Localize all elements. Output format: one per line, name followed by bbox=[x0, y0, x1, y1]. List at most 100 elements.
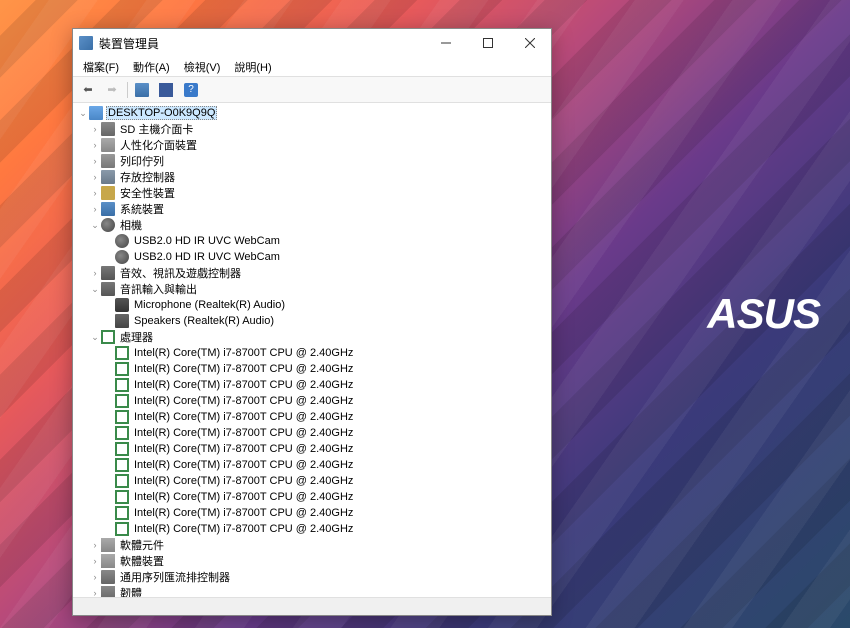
toolbar: ⬅ ➡ ? bbox=[73, 77, 551, 103]
caret-collapsed-icon[interactable]: › bbox=[89, 555, 101, 567]
tree-device[interactable]: USB2.0 HD IR UVC WebCam bbox=[75, 249, 549, 265]
caret-expanded-icon[interactable]: ⌄ bbox=[89, 331, 101, 343]
microphone-icon bbox=[115, 298, 129, 312]
caret-collapsed-icon[interactable]: › bbox=[89, 123, 101, 135]
cpu-device-icon bbox=[115, 442, 129, 456]
tree-category[interactable]: ›列印佇列 bbox=[75, 153, 549, 169]
caret-expanded-icon[interactable]: ⌄ bbox=[89, 219, 101, 231]
sd-icon bbox=[101, 122, 115, 136]
root-label[interactable]: DESKTOP-O0K9Q9Q bbox=[106, 106, 217, 120]
software-device-icon bbox=[101, 554, 115, 568]
device-manager-window: 裝置管理員 檔案(F) 動作(A) 檢視(V) 說明(H) ⬅ ➡ ? ⌄ DES… bbox=[72, 28, 552, 616]
caret-collapsed-icon[interactable]: › bbox=[89, 203, 101, 215]
tree-category[interactable]: ›軟體元件 bbox=[75, 537, 549, 553]
audio-io-icon bbox=[101, 282, 115, 296]
software-component-icon bbox=[101, 538, 115, 552]
tree-category[interactable]: ›韌體 bbox=[75, 585, 549, 597]
forward-button[interactable]: ➡ bbox=[101, 80, 123, 100]
tree-category[interactable]: ›存放控制器 bbox=[75, 169, 549, 185]
caret-collapsed-icon[interactable]: › bbox=[89, 571, 101, 583]
menu-view[interactable]: 檢視(V) bbox=[178, 57, 227, 77]
cpu-device-icon bbox=[115, 394, 129, 408]
tree-device[interactable]: Intel(R) Core(TM) i7-8700T CPU @ 2.40GHz bbox=[75, 489, 549, 505]
tree-root[interactable]: ⌄ DESKTOP-O0K9Q9Q bbox=[75, 105, 549, 121]
help-button[interactable]: ? bbox=[180, 80, 202, 100]
tree-category[interactable]: ⌄相機 bbox=[75, 217, 549, 233]
tree-category[interactable]: ›通用序列匯流排控制器 bbox=[75, 569, 549, 585]
window-title: 裝置管理員 bbox=[99, 35, 425, 52]
close-button[interactable] bbox=[509, 29, 551, 57]
tree-category[interactable]: ⌄音訊輸入與輸出 bbox=[75, 281, 549, 297]
cpu-device-icon bbox=[115, 378, 129, 392]
speaker-icon bbox=[115, 314, 129, 328]
system-icon bbox=[101, 202, 115, 216]
tree-category[interactable]: ⌄處理器 bbox=[75, 329, 549, 345]
tree-device[interactable]: Intel(R) Core(TM) i7-8700T CPU @ 2.40GHz bbox=[75, 361, 549, 377]
tree-device[interactable]: Microphone (Realtek(R) Audio) bbox=[75, 297, 549, 313]
app-icon bbox=[79, 36, 93, 50]
processor-icon bbox=[101, 330, 115, 344]
tree-device[interactable]: USB2.0 HD IR UVC WebCam bbox=[75, 233, 549, 249]
caret-collapsed-icon[interactable]: › bbox=[89, 139, 101, 151]
camera-icon bbox=[101, 218, 115, 232]
scan-button[interactable] bbox=[156, 80, 178, 100]
caret-expanded-icon[interactable]: ⌄ bbox=[89, 283, 101, 295]
caret-collapsed-icon[interactable]: › bbox=[89, 267, 101, 279]
caret-collapsed-icon[interactable]: › bbox=[89, 155, 101, 167]
computer-icon bbox=[89, 106, 103, 120]
tree-device[interactable]: Intel(R) Core(TM) i7-8700T CPU @ 2.40GHz bbox=[75, 441, 549, 457]
tree-device[interactable]: Intel(R) Core(TM) i7-8700T CPU @ 2.40GHz bbox=[75, 473, 549, 489]
cpu-device-icon bbox=[115, 522, 129, 536]
titlebar[interactable]: 裝置管理員 bbox=[73, 29, 551, 57]
cpu-device-icon bbox=[115, 346, 129, 360]
caret-collapsed-icon[interactable]: › bbox=[89, 187, 101, 199]
properties-button[interactable] bbox=[132, 80, 154, 100]
tree-device[interactable]: Intel(R) Core(TM) i7-8700T CPU @ 2.40GHz bbox=[75, 521, 549, 537]
back-button[interactable]: ⬅ bbox=[77, 80, 99, 100]
cpu-device-icon bbox=[115, 410, 129, 424]
cpu-device-icon bbox=[115, 426, 129, 440]
maximize-button[interactable] bbox=[467, 29, 509, 57]
tree-device[interactable]: Intel(R) Core(TM) i7-8700T CPU @ 2.40GHz bbox=[75, 425, 549, 441]
tree-category[interactable]: ›SD 主機介面卡 bbox=[75, 121, 549, 137]
usb-icon bbox=[101, 570, 115, 584]
device-tree[interactable]: ⌄ DESKTOP-O0K9Q9Q ›SD 主機介面卡 ›人性化介面裝置 ›列印佇… bbox=[73, 103, 551, 597]
menu-file[interactable]: 檔案(F) bbox=[77, 57, 125, 77]
tree-category[interactable]: ›軟體裝置 bbox=[75, 553, 549, 569]
caret-collapsed-icon[interactable]: › bbox=[89, 171, 101, 183]
firmware-icon bbox=[101, 586, 115, 597]
cpu-device-icon bbox=[115, 490, 129, 504]
tree-category[interactable]: ›安全性裝置 bbox=[75, 185, 549, 201]
tree-device[interactable]: Speakers (Realtek(R) Audio) bbox=[75, 313, 549, 329]
toolbar-separator bbox=[127, 82, 128, 98]
menu-help[interactable]: 說明(H) bbox=[228, 57, 277, 77]
hid-icon bbox=[101, 138, 115, 152]
cpu-device-icon bbox=[115, 474, 129, 488]
tree-device[interactable]: Intel(R) Core(TM) i7-8700T CPU @ 2.40GHz bbox=[75, 457, 549, 473]
menu-action[interactable]: 動作(A) bbox=[127, 57, 176, 77]
asus-logo: ASUS bbox=[707, 290, 820, 338]
security-icon bbox=[101, 186, 115, 200]
tree-device[interactable]: Intel(R) Core(TM) i7-8700T CPU @ 2.40GHz bbox=[75, 377, 549, 393]
tree-device[interactable]: Intel(R) Core(TM) i7-8700T CPU @ 2.40GHz bbox=[75, 393, 549, 409]
tree-device[interactable]: Intel(R) Core(TM) i7-8700T CPU @ 2.40GHz bbox=[75, 345, 549, 361]
printer-icon bbox=[101, 154, 115, 168]
cpu-device-icon bbox=[115, 458, 129, 472]
statusbar bbox=[73, 597, 551, 615]
tree-device[interactable]: Intel(R) Core(TM) i7-8700T CPU @ 2.40GHz bbox=[75, 505, 549, 521]
camera-device-icon bbox=[115, 234, 129, 248]
caret-collapsed-icon[interactable]: › bbox=[89, 539, 101, 551]
camera-device-icon bbox=[115, 250, 129, 264]
tree-category[interactable]: ›系統裝置 bbox=[75, 201, 549, 217]
audio-controller-icon bbox=[101, 266, 115, 280]
tree-device[interactable]: Intel(R) Core(TM) i7-8700T CPU @ 2.40GHz bbox=[75, 409, 549, 425]
storage-icon bbox=[101, 170, 115, 184]
minimize-button[interactable] bbox=[425, 29, 467, 57]
menubar: 檔案(F) 動作(A) 檢視(V) 說明(H) bbox=[73, 57, 551, 77]
caret-expanded-icon[interactable]: ⌄ bbox=[77, 107, 89, 119]
cpu-device-icon bbox=[115, 362, 129, 376]
caret-collapsed-icon[interactable]: › bbox=[89, 587, 101, 597]
tree-category[interactable]: ›音效、視訊及遊戲控制器 bbox=[75, 265, 549, 281]
tree-category[interactable]: ›人性化介面裝置 bbox=[75, 137, 549, 153]
cpu-device-icon bbox=[115, 506, 129, 520]
